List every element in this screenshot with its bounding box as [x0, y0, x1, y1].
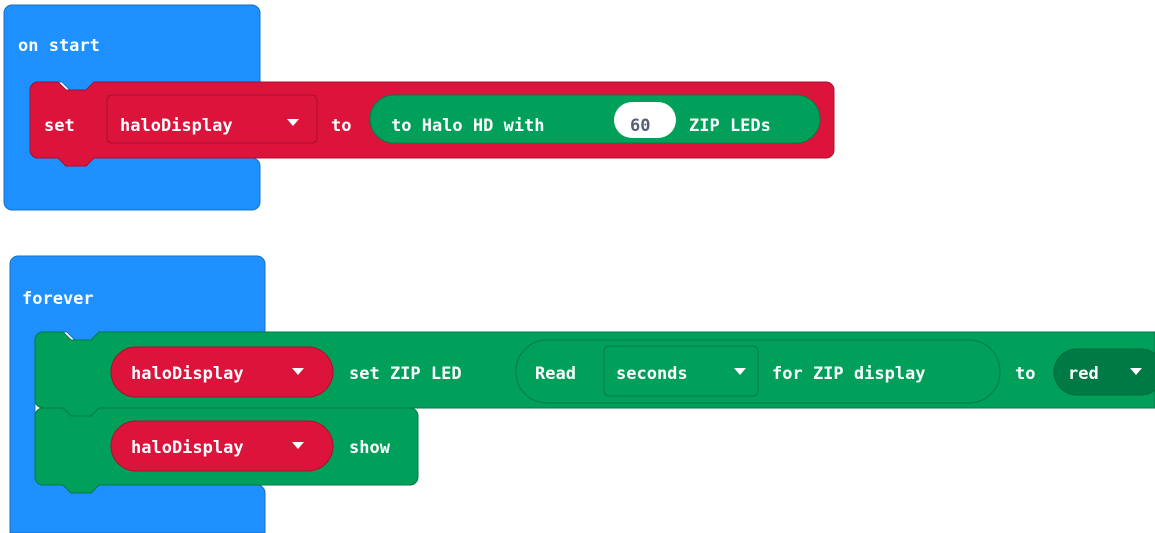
set-zip-led-label: set ZIP LED: [349, 364, 462, 384]
led-count-value: 60: [630, 116, 650, 136]
forever-block[interactable]: forever haloDisplay set ZIP LED Read sec…: [9, 255, 1155, 533]
color-dropdown-label: red: [1068, 364, 1099, 384]
on-start-label: on start: [18, 36, 100, 56]
show-variable-label: haloDisplay: [131, 438, 244, 458]
forever-label: forever: [22, 289, 94, 309]
blocks-workspace: on start set haloDisplay to to Halo HD w…: [3, 4, 1155, 533]
variable-dropdown-label: haloDisplay: [120, 116, 233, 136]
show-label: show: [349, 438, 391, 458]
zip-variable-label: haloDisplay: [131, 364, 244, 384]
for-zip-display-label: for ZIP display: [772, 364, 926, 384]
set-keyword: set: [44, 116, 75, 136]
read-label: Read: [535, 364, 576, 384]
halo-hd-prefix: to Halo HD with: [391, 116, 545, 136]
on-start-block[interactable]: on start set haloDisplay to to Halo HD w…: [3, 4, 835, 211]
to-label: to: [1015, 364, 1035, 384]
halo-hd-suffix: ZIP LEDs: [689, 116, 771, 136]
time-unit-label: seconds: [616, 364, 688, 384]
to-keyword: to: [331, 116, 351, 136]
